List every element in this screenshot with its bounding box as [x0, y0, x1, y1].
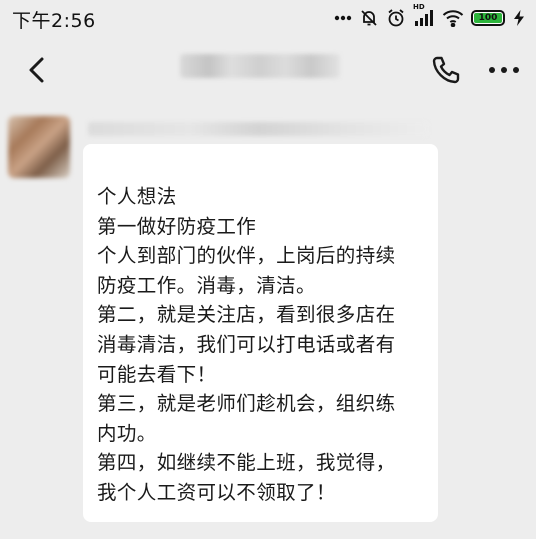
message-line: 第四，如继续不能上班，我觉得，: [97, 451, 396, 475]
message-line: 个人到部门的伙伴，上岗后的持续: [97, 244, 396, 268]
charging-icon: [512, 9, 526, 27]
chat-area[interactable]: 个人想法 第一做好防疫工作 个人到部门的伙伴，上岗后的持续 防疫工作。消毒，清洁…: [0, 104, 536, 539]
message-bubble[interactable]: 个人想法 第一做好防疫工作 个人到部门的伙伴，上岗后的持续 防疫工作。消毒，清洁…: [83, 144, 438, 522]
sender-name-redacted: [88, 122, 428, 136]
message-line: 内功。: [97, 421, 157, 445]
wifi-icon: [442, 9, 464, 27]
call-button[interactable]: [430, 54, 462, 86]
more-options-button[interactable]: [486, 62, 522, 78]
signal-tag: HD: [413, 3, 425, 11]
chat-screen: 下午2:56 HD 100 个人想法 第一做好防疫工作 个人到部门的伙伴，上岗后…: [0, 0, 536, 539]
phone-icon: [432, 56, 460, 84]
message-line: 可能去看下！: [97, 362, 217, 386]
message-line: 我个人工资可以不领取了！: [97, 480, 336, 504]
message-line: 消毒清洁，我们可以打电话或者有: [97, 332, 396, 356]
mute-icon: [359, 8, 379, 28]
signal-icon: HD: [413, 3, 435, 27]
message-line: 第二，就是关注店，看到很多店在: [97, 303, 396, 327]
message-line: 第三，就是老师们趁机会，组织练: [97, 392, 396, 416]
message-line: 第一做好防疫工作: [97, 214, 257, 238]
contact-name-redacted: [180, 54, 340, 78]
back-button[interactable]: [22, 54, 54, 86]
more-horizontal-icon: [489, 67, 519, 73]
battery-icon: 100: [471, 10, 505, 26]
status-bar: 下午2:56 HD 100: [0, 0, 536, 36]
status-time: 下午2:56: [12, 10, 96, 32]
more-dots-icon: [334, 15, 352, 21]
alarm-icon: [386, 8, 406, 28]
avatar[interactable]: [8, 116, 70, 178]
chevron-left-icon: [29, 57, 44, 83]
message-line: 防疫工作。消毒，清洁。: [97, 273, 316, 297]
battery-level: 100: [478, 13, 498, 23]
status-icons: HD 100: [334, 3, 526, 29]
message-line: 个人想法: [97, 185, 177, 208]
nav-bar: [0, 36, 536, 140]
